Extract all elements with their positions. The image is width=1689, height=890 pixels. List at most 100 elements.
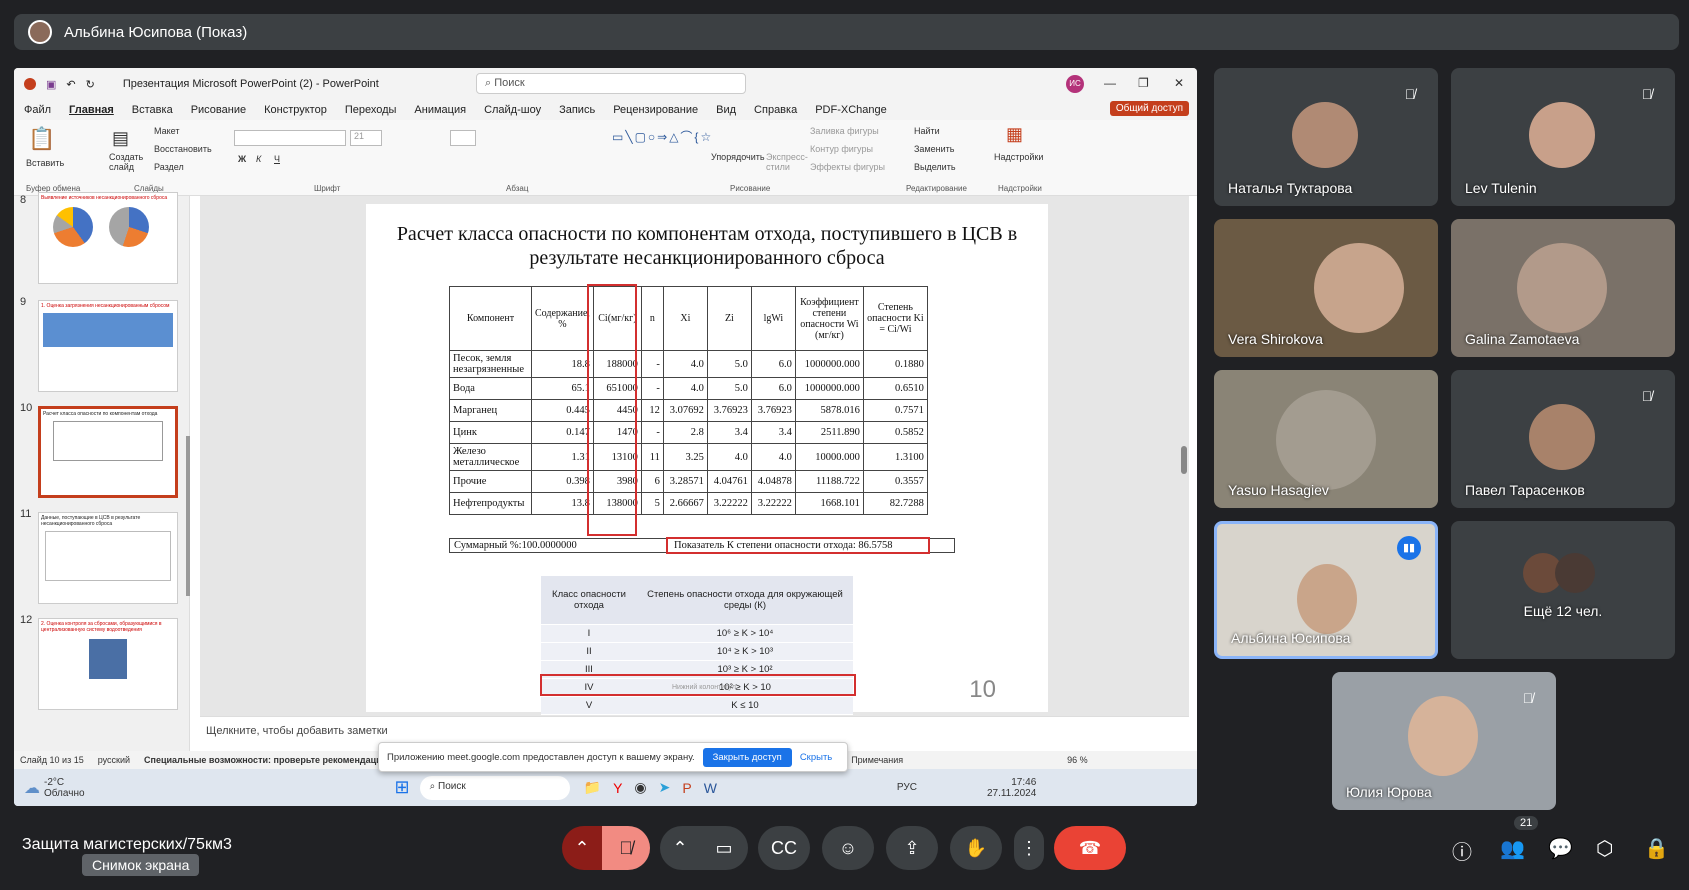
slide-thumb-9[interactable]: 1. Оценка загрязнения несанкционированны… — [38, 300, 178, 392]
language[interactable]: русский — [98, 755, 130, 765]
participant-tile[interactable]: 🎙̸ Наталья Туктарова — [1214, 68, 1438, 206]
maximize-icon[interactable]: ❐ — [1138, 76, 1149, 90]
tab-design[interactable]: Конструктор — [264, 104, 327, 116]
word-icon[interactable]: W — [704, 780, 717, 796]
search-input[interactable]: ⌕ Поиск — [476, 73, 746, 94]
folder-icon[interactable]: 📁 — [584, 779, 601, 796]
tab-pdf-xchange[interactable]: PDF-XChange — [815, 104, 887, 116]
layout-button[interactable]: Макет — [154, 126, 179, 136]
new-slide-button[interactable]: Создать слайд — [109, 152, 143, 172]
chrome-icon[interactable]: ◉ — [634, 779, 646, 796]
clock[interactable]: 17:46 27.11.2024 — [987, 777, 1036, 799]
mic-options-button[interactable]: ⌃ — [562, 826, 602, 870]
tab-transitions[interactable]: Переходы — [345, 104, 397, 116]
tab-help[interactable]: Справка — [754, 104, 797, 116]
paste-button[interactable]: Вставить — [26, 158, 64, 168]
table-row: Железо металлическое 1.31 13100 11 3.25 4.0 4.… — [449, 443, 928, 471]
stop-sharing-button[interactable]: Закрыть доступ — [702, 747, 792, 767]
undo-icon[interactable]: ↶ — [66, 78, 75, 91]
redo-icon[interactable]: ↻ — [86, 78, 95, 91]
powerpoint-icon[interactable]: P — [682, 780, 691, 796]
quick-styles-button[interactable]: Экспресс-стили — [766, 152, 808, 172]
tab-record[interactable]: Запись — [559, 104, 595, 116]
thumbs-scrollbar[interactable] — [186, 436, 190, 596]
thumb-number: 9 — [20, 296, 27, 308]
present-screen-icon[interactable]: ⇪ — [886, 826, 938, 870]
speaking-icon: ▮▮ — [1397, 536, 1421, 560]
cell: 13.8 — [531, 492, 594, 515]
mic-off-icon[interactable]: 🎙̸ — [602, 826, 650, 870]
tab-animations[interactable]: Анимация — [414, 104, 466, 116]
replace-button[interactable]: Заменить — [914, 144, 954, 154]
more-options-icon[interactable]: ⋮ — [1014, 826, 1044, 870]
addins-icon[interactable]: ▦ — [1006, 124, 1023, 145]
participant-tile[interactable]: 🎙̸ Юлия Юрова — [1332, 672, 1556, 810]
cell: - — [640, 377, 664, 400]
weather[interactable]: -2°C Облачно — [44, 777, 85, 799]
end-call-icon[interactable]: ☎ — [1054, 826, 1126, 870]
tab-draw[interactable]: Рисование — [191, 104, 246, 116]
host-controls-icon[interactable]: 🔒 — [1644, 836, 1669, 861]
more-participants-tile[interactable]: Ещё 12 чел. — [1451, 521, 1675, 659]
arrange-button[interactable]: Упорядочить — [711, 152, 765, 162]
activities-icon[interactable]: ⬡ — [1596, 836, 1613, 861]
tab-file[interactable]: Файл — [24, 104, 51, 116]
shape-fill-button[interactable]: Заливка фигуры — [810, 126, 879, 136]
tab-home[interactable]: Главная — [69, 104, 114, 116]
zoom-level[interactable]: 96 % — [1067, 755, 1088, 765]
bullets-button[interactable] — [450, 130, 476, 146]
canvas-scrollbar[interactable] — [1181, 446, 1187, 474]
slide-thumb-8[interactable]: Выявление источников несанкционированног… — [38, 192, 178, 284]
accessibility-status[interactable]: Специальные возможности: проверьте реком… — [144, 755, 387, 765]
camera-icon[interactable]: ▭ — [700, 826, 748, 870]
camera-options-button[interactable]: ⌃ — [660, 826, 700, 870]
taskbar-search[interactable]: ⌕ Поиск — [419, 775, 570, 800]
windows-start-icon[interactable]: ⊞ — [395, 777, 410, 798]
tab-insert[interactable]: Вставка — [132, 104, 173, 116]
shape-outline-button[interactable]: Контур фигуры — [810, 144, 873, 154]
slide-thumb-10[interactable]: Расчет класса опасности по компонентам о… — [38, 406, 178, 498]
select-button[interactable]: Выделить — [914, 162, 956, 172]
slide[interactable]: Расчет класса опасности по компонентам о… — [366, 204, 1048, 715]
tab-review[interactable]: Рецензирование — [613, 104, 698, 116]
share-button[interactable]: Общий доступ — [1109, 101, 1189, 116]
section-button[interactable]: Раздел — [154, 162, 184, 172]
shapes-gallery[interactable]: ▭╲▢○⇒△⌒{☆ — [612, 128, 711, 174]
info-icon[interactable]: ⓘ — [1452, 836, 1472, 865]
participant-tile[interactable]: Galina Zamotaeva — [1451, 219, 1675, 357]
new-slide-icon[interactable]: ▤ — [112, 128, 129, 149]
underline-button[interactable]: Ч — [274, 154, 280, 164]
close-icon[interactable]: ✕ — [1174, 76, 1184, 90]
participant-tile[interactable]: Vera Shirokova — [1214, 219, 1438, 357]
participant-tile[interactable]: 🎙̸ Павел Тарасенков — [1451, 370, 1675, 508]
italic-button[interactable]: К — [256, 154, 261, 164]
participant-tile[interactable]: 🎙̸ Lev Tulenin — [1451, 68, 1675, 206]
participant-tile[interactable]: Yasuo Hasagiev — [1214, 370, 1438, 508]
slide-thumb-11[interactable]: Данные, поступающие в ЦСВ в результате н… — [38, 512, 178, 604]
telegram-icon[interactable]: ➤ — [659, 779, 671, 796]
slide-thumb-12[interactable]: 2. Оценка контроля за сбросами, образующ… — [38, 618, 178, 710]
hide-button[interactable]: Скрыть — [800, 752, 832, 763]
font-family-select[interactable] — [234, 130, 346, 146]
bold-button[interactable]: Ж — [238, 154, 246, 164]
paste-icon[interactable]: 📋 — [28, 126, 55, 152]
participant-tile-speaking[interactable]: ▮▮ Альбина Юсипова — [1214, 521, 1438, 659]
emoji-icon[interactable]: ☺ — [822, 826, 874, 870]
tab-slideshow[interactable]: Слайд-шоу — [484, 104, 541, 116]
raise-hand-icon[interactable]: ✋ — [950, 826, 1002, 870]
people-icon[interactable]: 👥 — [1500, 836, 1525, 861]
addins-button[interactable]: Надстройки — [994, 152, 1043, 162]
chat-icon[interactable]: 💬 — [1548, 836, 1573, 861]
captions-icon[interactable]: CC — [758, 826, 810, 870]
find-button[interactable]: Найти — [914, 126, 940, 136]
keyboard-lang[interactable]: РУС — [897, 782, 917, 793]
font-size-select[interactable]: 21 — [350, 130, 382, 146]
tab-view[interactable]: Вид — [716, 104, 736, 116]
yandex-icon[interactable]: Y — [613, 780, 622, 796]
reset-button[interactable]: Восстановить — [154, 144, 212, 154]
save-icon[interactable]: ▣ — [46, 78, 56, 91]
shape-effects-button[interactable]: Эффекты фигуры — [810, 162, 885, 172]
user-avatar[interactable]: ИС — [1066, 75, 1084, 93]
notes-button[interactable]: Примечания — [851, 755, 903, 765]
minimize-icon[interactable]: — — [1104, 76, 1116, 90]
